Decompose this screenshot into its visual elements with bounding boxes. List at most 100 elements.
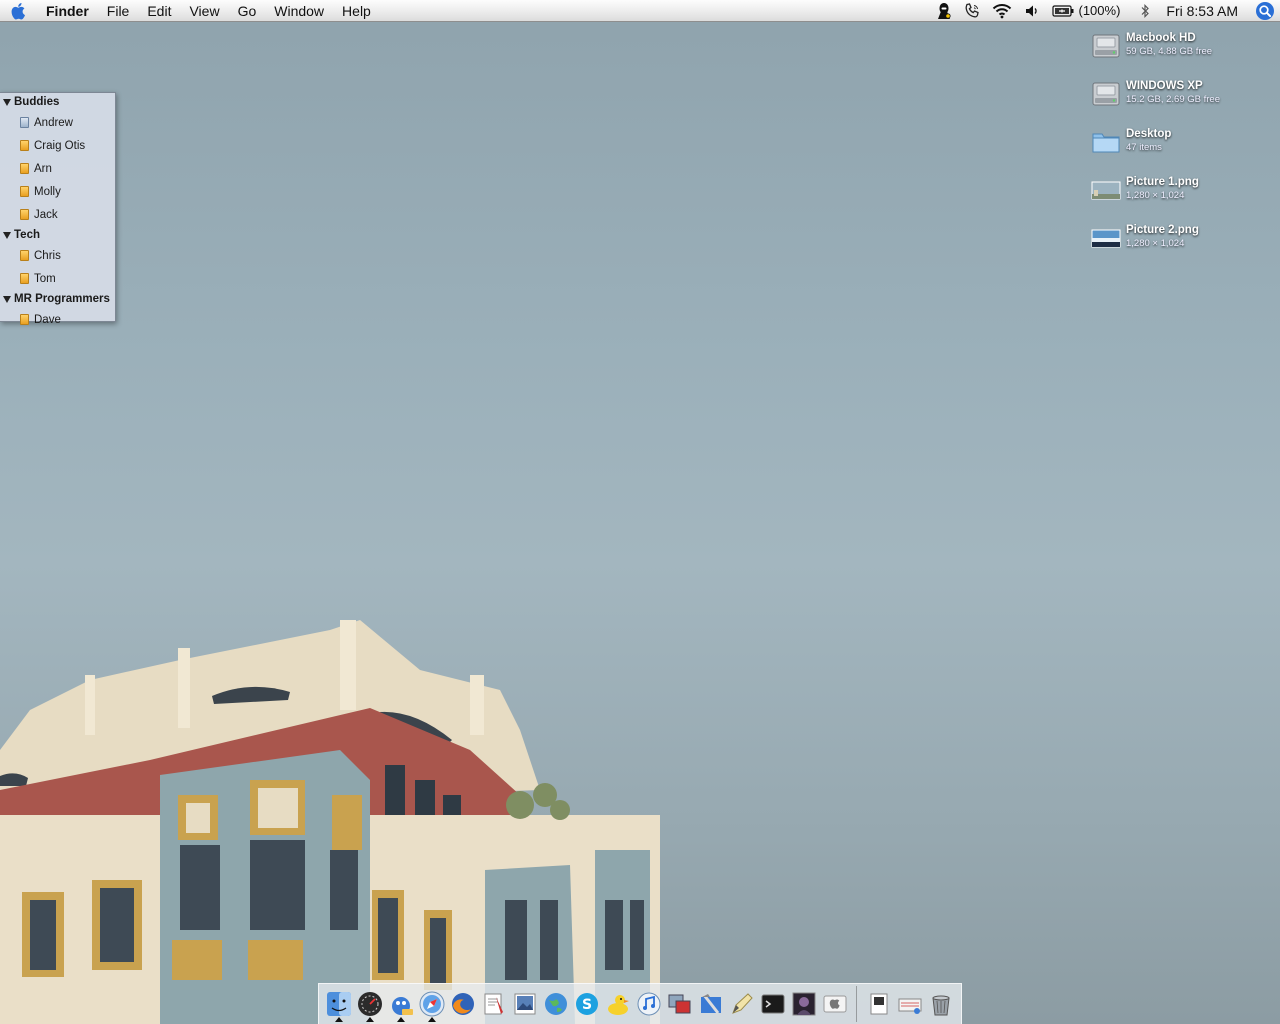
menu-view[interactable]: View — [180, 0, 228, 22]
running-indicator — [427, 1017, 436, 1022]
menu-go[interactable]: Go — [229, 0, 266, 22]
mobile-status-icon — [20, 117, 29, 128]
icon-meta: 1,280 × 1,024 — [1126, 190, 1185, 201]
buddy-chris[interactable]: Chris — [0, 244, 115, 267]
cyberduck-icon[interactable] — [602, 986, 633, 1022]
icon-name: Picture 2.png — [1126, 224, 1199, 236]
menu-edit[interactable]: Edit — [138, 0, 180, 22]
svg-text:S: S — [581, 997, 591, 1013]
terminal-icon[interactable] — [757, 986, 788, 1022]
buddy-molly[interactable]: Molly — [0, 180, 115, 203]
desktop-icon-desktop-folder[interactable]: Desktop 47 items — [1090, 126, 1270, 170]
dock: S — [318, 983, 962, 1024]
buddy-tom[interactable]: Tom — [0, 267, 115, 290]
icon-meta: 1,280 × 1,024 — [1126, 238, 1185, 249]
icon-name: WINDOWS XP — [1126, 80, 1203, 92]
battery-percentage: (100%) — [1078, 3, 1121, 18]
apple-app-icon[interactable] — [819, 986, 850, 1022]
running-indicator — [334, 1017, 343, 1022]
buddy-name: Craig Otis — [34, 139, 86, 152]
buddy-name: Arn — [34, 162, 52, 175]
dashboard-icon[interactable] — [354, 986, 385, 1022]
downloads-icon[interactable] — [894, 986, 925, 1022]
menu-app-finder[interactable]: Finder — [38, 0, 98, 22]
battery-icon[interactable]: (100%) — [1046, 0, 1126, 22]
disclosure-triangle-icon[interactable] — [3, 231, 11, 239]
wifi-icon[interactable] — [986, 0, 1018, 22]
buddy-name: Molly — [34, 185, 61, 198]
hard-drive-icon — [1092, 34, 1120, 58]
menu-clock[interactable]: Fri 8:53 AM — [1156, 3, 1250, 19]
icon-name: Desktop — [1126, 128, 1172, 140]
group-buddies[interactable]: Buddies — [0, 93, 115, 111]
adium-icon[interactable] — [385, 986, 416, 1022]
group-mr-programmers[interactable]: MR Programmers — [0, 290, 115, 308]
document-icon[interactable] — [863, 986, 894, 1022]
safari-icon[interactable] — [416, 986, 447, 1022]
running-indicator — [396, 1017, 405, 1022]
folder-icon — [1092, 133, 1120, 153]
online-status-icon — [20, 250, 29, 261]
online-status-icon — [20, 314, 29, 325]
disclosure-triangle-icon[interactable] — [3, 98, 11, 106]
disclosure-triangle-icon[interactable] — [3, 295, 11, 303]
online-status-icon — [20, 186, 29, 197]
online-status-icon — [20, 163, 29, 174]
buddy-arn[interactable]: Arn — [0, 157, 115, 180]
itunes-icon[interactable] — [633, 986, 664, 1022]
bluetooth-icon[interactable] — [1134, 0, 1156, 22]
image-thumbnail-icon — [1091, 181, 1121, 200]
buddy-name: Chris — [34, 249, 61, 262]
buddy-andrew[interactable]: Andrew — [0, 111, 115, 134]
game-icon[interactable] — [788, 986, 819, 1022]
desktop-icon-macbook-hd[interactable]: Macbook HD 59 GB, 4.88 GB free — [1090, 30, 1270, 74]
apple-logo-icon[interactable] — [0, 0, 38, 22]
icon-meta: 47 items — [1126, 142, 1162, 153]
pen-tool-icon[interactable] — [726, 986, 757, 1022]
hard-drive-icon — [1092, 82, 1120, 106]
trash-icon[interactable] — [925, 986, 956, 1022]
menu-bar: Finder File Edit View Go Window Help (10… — [0, 0, 1280, 22]
icon-meta: 15.2 GB, 2.69 GB free — [1126, 94, 1220, 105]
group-tech[interactable]: Tech — [0, 226, 115, 244]
desktop-icon-windows-xp[interactable]: WINDOWS XP 15.2 GB, 2.69 GB free — [1090, 78, 1270, 122]
buddy-list-panel: Buddies Andrew Craig Otis Arn Molly Jack… — [0, 92, 116, 326]
group-label: Buddies — [14, 96, 60, 108]
wallpaper-building — [0, 620, 660, 1024]
textedit-icon[interactable] — [478, 986, 509, 1022]
buddy-name: Dave — [34, 313, 61, 326]
finder-icon[interactable] — [323, 986, 354, 1022]
buddy-dave[interactable]: Dave — [0, 308, 115, 331]
menu-help[interactable]: Help — [333, 0, 380, 22]
online-status-icon — [20, 209, 29, 220]
online-status-icon — [20, 140, 29, 151]
menu-extras: (100%) Fri 8:53 AM — [930, 0, 1280, 22]
volume-icon[interactable] — [1018, 0, 1046, 22]
preview-icon[interactable] — [509, 986, 540, 1022]
desktop-icon-picture-1[interactable]: Picture 1.png 1,280 × 1,024 — [1090, 174, 1270, 218]
network-globe-icon[interactable] — [540, 986, 571, 1022]
group-label: MR Programmers — [14, 293, 110, 305]
image-thumbnail-icon — [1091, 229, 1121, 248]
online-status-icon — [20, 273, 29, 284]
menu-file[interactable]: File — [98, 0, 139, 22]
xcode-icon[interactable] — [695, 986, 726, 1022]
buddy-name: Andrew — [34, 116, 73, 129]
spy-agent-icon[interactable] — [930, 0, 958, 22]
phone-icon[interactable] — [958, 0, 986, 22]
skype-icon[interactable]: S — [571, 986, 602, 1022]
menu-window[interactable]: Window — [265, 0, 333, 22]
spotlight-search-icon[interactable] — [1250, 0, 1280, 22]
buddy-craig-otis[interactable]: Craig Otis — [0, 134, 115, 157]
icon-name: Picture 1.png — [1126, 176, 1199, 188]
buddy-name: Jack — [34, 208, 58, 221]
running-indicator — [365, 1017, 374, 1022]
parallels-icon[interactable] — [664, 986, 695, 1022]
firefox-icon[interactable] — [447, 986, 478, 1022]
buddy-jack[interactable]: Jack — [0, 203, 115, 226]
desktop-icon-picture-2[interactable]: Picture 2.png 1,280 × 1,024 — [1090, 222, 1270, 266]
dock-separator — [856, 986, 857, 1022]
group-label: Tech — [14, 229, 40, 241]
icon-name: Macbook HD — [1126, 32, 1196, 44]
icon-meta: 59 GB, 4.88 GB free — [1126, 46, 1213, 57]
